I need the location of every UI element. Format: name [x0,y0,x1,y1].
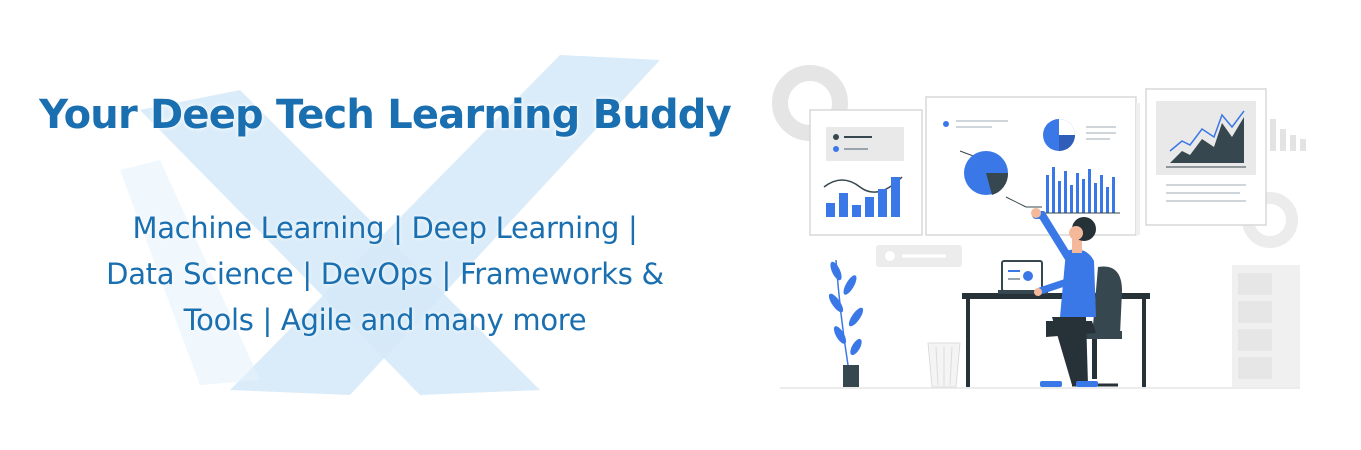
pie-chart-small-icon [1043,119,1075,151]
search-pill-decoration-icon [876,245,962,267]
pie-chart-large-icon [964,151,1009,195]
tagline-line-3: Tools | Agile and many more [183,303,587,337]
left-chart-panel [809,109,923,236]
tagline: Machine Learning | Deep Learning | Data … [0,205,770,343]
desk-icon [962,293,1150,387]
banner: Your Deep Tech Learning Buddy Machine Le… [0,0,1361,450]
waste-basket-icon [927,342,961,388]
plant-icon [828,259,864,387]
headline: Your Deep Tech Learning Buddy [39,92,732,138]
tagline-line-1: Machine Learning | Deep Learning | [132,211,638,245]
mini-bars-decoration-icon [1270,119,1306,151]
data-analyst-illustration [772,65,1306,389]
right-chart-panel [1145,88,1267,226]
filing-cabinet-icon [1232,265,1300,387]
tagline-line-2: Data Science | DevOps | Frameworks & [106,257,664,291]
